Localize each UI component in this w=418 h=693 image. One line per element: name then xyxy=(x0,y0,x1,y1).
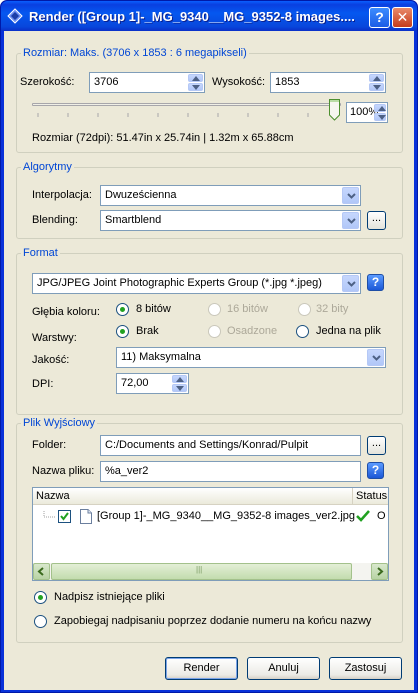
row-file-name: [Group 1]-_MG_9340__MG_9352-8 images_ver… xyxy=(97,510,356,522)
spin-up-icon[interactable] xyxy=(374,104,386,112)
layers-none-radio[interactable] xyxy=(116,325,129,338)
blending-settings-button[interactable]: ... xyxy=(367,211,386,230)
apply-button[interactable]: Zastosuj xyxy=(329,657,402,680)
format-help-icon[interactable]: ? xyxy=(367,274,384,291)
width-spinbox[interactable]: 3706 xyxy=(89,72,205,93)
height-label: Wysokość: xyxy=(212,76,266,88)
interpolation-combo[interactable]: Dwuześcienna xyxy=(100,185,361,206)
filename-label: Nazwa pliku: xyxy=(32,465,95,477)
layers-per-file-radio[interactable] xyxy=(296,325,309,338)
column-header-status[interactable]: Status xyxy=(352,488,388,505)
depth-32-radio[interactable] xyxy=(298,303,311,316)
dpi-spinbox[interactable]: 72,00 xyxy=(116,373,189,394)
dialog-client: Rozmiar: Maks. (3706 x 1853 : 6 megapiks… xyxy=(4,31,414,690)
slider-track xyxy=(32,103,341,106)
output-file-list[interactable]: Nazwa Status [Group 1]-_MG_9340__MG_9352… xyxy=(32,487,389,581)
slider-thumb[interactable] xyxy=(329,99,340,121)
size-slider[interactable] xyxy=(32,99,341,123)
chevron-down-icon[interactable] xyxy=(342,275,359,292)
row-status: O xyxy=(377,510,386,522)
layers-per-file-label: Jedna na plik xyxy=(316,325,381,337)
output-legend: Plik Wyjściowy xyxy=(23,417,96,429)
format-combo[interactable]: JPG/JPEG Joint Photographic Experts Grou… xyxy=(32,273,361,294)
row-checkbox[interactable] xyxy=(58,510,71,523)
horizontal-scrollbar[interactable]: ||| xyxy=(33,563,388,580)
filename-input[interactable]: %a_ver2 xyxy=(100,461,361,482)
height-spinbox[interactable]: 1853 xyxy=(270,72,386,93)
spin-down-icon[interactable] xyxy=(369,83,384,91)
spin-up-icon[interactable] xyxy=(172,375,187,383)
quality-label: Jakość: xyxy=(32,354,70,366)
dpi-value: 72,00 xyxy=(121,377,149,389)
width-label: Szerokość: xyxy=(20,76,75,88)
spin-down-icon[interactable] xyxy=(374,113,386,121)
layers-embedded-label: Osadzone xyxy=(227,325,278,337)
height-spin-buttons[interactable] xyxy=(369,74,384,91)
prevent-overwrite-radio[interactable] xyxy=(34,615,47,628)
chevron-down-icon[interactable] xyxy=(342,212,359,229)
filename-value: %a_ver2 xyxy=(105,465,149,477)
scroll-grip: ||| xyxy=(196,565,203,574)
format-value: JPG/JPEG Joint Photographic Experts Grou… xyxy=(37,277,322,289)
list-row[interactable]: [Group 1]-_MG_9340__MG_9352-8 images_ver… xyxy=(33,507,388,527)
zoom-spinbox[interactable]: 100% xyxy=(346,102,388,123)
title-help-button[interactable]: ? xyxy=(369,7,390,28)
dpi-spin-buttons[interactable] xyxy=(172,375,187,392)
width-spin-buttons[interactable] xyxy=(188,74,203,91)
dpi-label: DPI: xyxy=(32,378,54,390)
folder-value: C:/Documents and Settings/Konrad/Pulpit xyxy=(105,439,309,451)
blending-value: Smartblend xyxy=(105,214,162,226)
layers-label: Warstwy: xyxy=(32,332,77,344)
folder-input[interactable]: C:/Documents and Settings/Konrad/Pulpit xyxy=(100,435,361,456)
spin-up-icon[interactable] xyxy=(369,74,384,82)
title-close-button[interactable]: ✕ xyxy=(392,7,413,28)
checkmark-icon xyxy=(356,510,370,522)
folder-browse-button[interactable]: ... xyxy=(367,436,386,455)
overwrite-radio[interactable] xyxy=(34,591,47,604)
folder-label: Folder: xyxy=(32,439,67,451)
render-dialog: Render ([Group 1]-_MG_9340__MG_9352-8 im… xyxy=(0,0,418,693)
slider-ticks xyxy=(37,113,336,117)
prevent-overwrite-label: Zapobiegaj nadpisaniu poprzez dodanie nu… xyxy=(54,615,372,627)
title-bar[interactable]: Render ([Group 1]-_MG_9340__MG_9352-8 im… xyxy=(1,1,417,31)
spin-down-icon[interactable] xyxy=(188,83,203,91)
algorithms-legend: Algorytmy xyxy=(23,161,72,173)
filename-help-icon[interactable]: ? xyxy=(367,462,384,479)
layers-embedded-radio[interactable] xyxy=(208,325,221,338)
app-icon xyxy=(7,8,23,24)
height-value: 1853 xyxy=(275,76,300,88)
interpolation-value: Dwuześcienna xyxy=(105,189,177,201)
spin-down-icon[interactable] xyxy=(172,384,187,392)
scroll-left-icon[interactable] xyxy=(33,563,50,580)
depth-32-label: 32 bity xyxy=(316,303,349,315)
depth-16-radio[interactable] xyxy=(208,303,221,316)
size-legend: Rozmiar: Maks. (3706 x 1853 : 6 megapiks… xyxy=(23,47,247,59)
render-button[interactable]: Render xyxy=(165,657,238,680)
depth-label: Głębia koloru: xyxy=(32,306,100,318)
blending-combo[interactable]: Smartblend xyxy=(100,210,361,231)
chevron-down-icon[interactable] xyxy=(342,187,359,204)
overwrite-label: Nadpisz istniejące pliki xyxy=(54,591,165,603)
depth-8-radio[interactable] xyxy=(116,303,129,316)
depth-8-label: 8 bitów xyxy=(136,303,171,315)
layers-none-label: Brak xyxy=(136,325,159,337)
tree-line-icon xyxy=(43,511,56,518)
quality-value: 11) Maksymalna xyxy=(121,351,201,363)
size-info-text: Rozmiar (72dpi): 51.47in x 25.74in | 1.3… xyxy=(32,132,294,144)
chevron-down-icon[interactable] xyxy=(367,349,384,366)
blending-label: Blending: xyxy=(32,214,78,226)
quality-combo[interactable]: 11) Maksymalna xyxy=(116,347,386,368)
width-value: 3706 xyxy=(94,76,119,88)
zoom-spin-buttons[interactable] xyxy=(374,104,386,121)
scroll-thumb[interactable]: ||| xyxy=(51,563,352,580)
column-header-name[interactable]: Nazwa xyxy=(33,488,352,505)
cancel-button[interactable]: Anuluj xyxy=(247,657,320,680)
interpolation-label: Interpolacja: xyxy=(32,189,92,201)
format-legend: Format xyxy=(23,247,58,259)
depth-16-label: 16 bitów xyxy=(227,303,268,315)
scroll-right-icon[interactable] xyxy=(371,563,388,580)
file-icon xyxy=(80,509,92,524)
window-title: Render ([Group 1]-_MG_9340__MG_9352-8 im… xyxy=(29,9,355,24)
spin-up-icon[interactable] xyxy=(188,74,203,82)
